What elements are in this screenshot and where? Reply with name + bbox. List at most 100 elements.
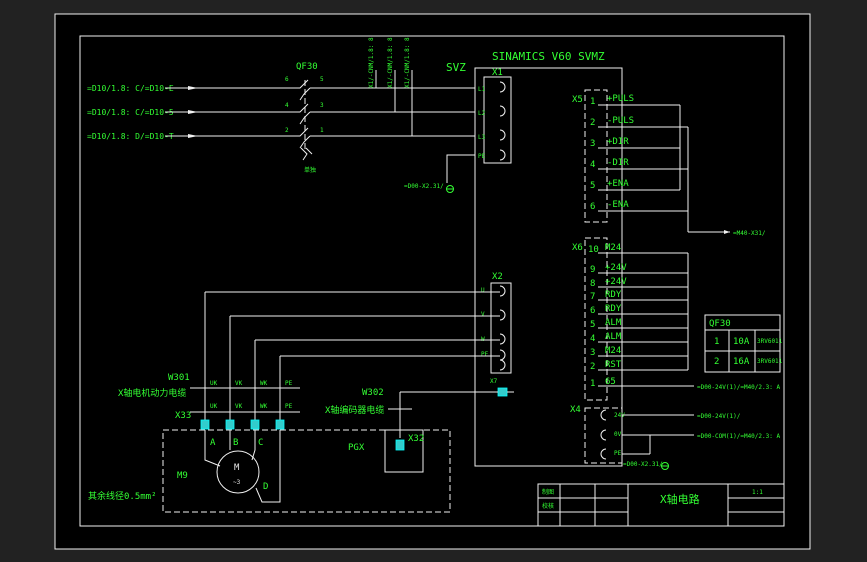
x5-tag: X5: [572, 95, 583, 105]
x1-pin-l1: L1: [478, 86, 486, 93]
plug-icon: [200, 419, 210, 430]
svg-text:RST: RST: [605, 360, 622, 370]
plug-icon: [225, 419, 235, 430]
svg-text:+24V: +24V: [605, 263, 627, 273]
drive-model: SINAMICS V60 SVMZ: [492, 50, 605, 63]
x2-pin-pe: PE: [481, 351, 489, 358]
x5-bus-ref: =M40-X31/: [733, 230, 766, 237]
x2-tag: X2: [492, 272, 503, 282]
vertical-ref-2: X1/-CNM/1.8: 8: [387, 37, 394, 88]
plug-icon: [395, 439, 405, 451]
svg-text:8: 8: [590, 279, 595, 289]
svg-text:4: 4: [590, 334, 595, 344]
breaker-left-pin-3: 2: [285, 127, 289, 134]
x2-pin-v: V: [481, 311, 485, 318]
x33-tag: X33: [175, 411, 191, 421]
x7-plug-icon: [497, 387, 508, 397]
drawing-scale: 1:1: [752, 489, 763, 496]
w301-tag: W301: [168, 373, 190, 383]
input-label-2: =D10/1.8: C/=D10-5: [87, 108, 174, 117]
motor-terminal-d: D: [263, 482, 268, 492]
svg-text:-DIR: -DIR: [607, 158, 629, 168]
svg-text:2: 2: [590, 118, 595, 128]
svg-text:-PULS: -PULS: [607, 116, 634, 126]
breaker-left-pin-2: 4: [285, 102, 289, 109]
svg-text:3: 3: [590, 139, 595, 149]
x4-pin-0v: 0V: [614, 431, 622, 438]
svg-text:2: 2: [590, 362, 595, 372]
svg-text:6: 6: [590, 306, 595, 316]
breaker-right-pin-3: 1: [320, 127, 324, 134]
svg-text:5: 5: [590, 320, 595, 330]
breaker-note: 单独: [304, 166, 316, 174]
x7-tag: X7: [490, 378, 498, 385]
x1-pin-l2: L2: [478, 110, 486, 117]
svg-text:M24: M24: [605, 346, 621, 356]
qf-row-rating: 16A: [733, 357, 750, 367]
svg-text:-ENA: -ENA: [607, 200, 629, 210]
svg-text:4: 4: [590, 160, 595, 170]
plug-icon: [275, 419, 285, 430]
motor-terminal-a: A: [210, 438, 216, 448]
svg-text:6: 6: [590, 202, 595, 212]
svg-text:10: 10: [588, 245, 599, 255]
x4-ref-24v: =D00-24V(1)/: [697, 413, 741, 420]
x2-pin-u: U: [481, 287, 485, 294]
encoder-tag: PGX: [348, 443, 365, 453]
title-row2-label: 校核: [542, 502, 554, 510]
drive-model-left: SVZ: [446, 61, 466, 74]
qf-row-no: 1: [714, 337, 719, 347]
svg-text:ALM: ALM: [605, 318, 622, 328]
wire-note: 其余线径0.5mm²: [88, 490, 157, 502]
svg-text:RDY: RDY: [605, 290, 622, 300]
motor-symbol: M: [234, 463, 240, 473]
input-label-3: =D10/1.8: D/=D10-T: [87, 132, 174, 141]
motor-sub: ~3: [233, 479, 241, 486]
x4-tag: X4: [570, 405, 581, 415]
w301-core-wk: WK: [260, 380, 268, 387]
motor-terminal-c: C: [258, 438, 263, 448]
x6-pin1-ref: =D00-24V(1)/=M40/2.3: A: [697, 384, 780, 391]
title-row1-label: 制图: [542, 488, 554, 496]
x6-tag: X6: [572, 243, 583, 253]
breaker-tag: QF30: [296, 62, 318, 72]
x4-ref-pe: =D00-X2.31/: [623, 461, 663, 468]
qf-row-no: 2: [714, 357, 719, 367]
svg-text:+PULS: +PULS: [607, 94, 634, 104]
qf-row-code: 3RV6011: [757, 338, 783, 345]
sheet-border: [54, 13, 811, 550]
qf-row-rating: 10A: [733, 337, 750, 347]
svg-text:+ENA: +ENA: [607, 179, 629, 189]
svg-text:RDY: RDY: [605, 304, 622, 314]
motor-terminal-b: B: [233, 438, 238, 448]
schematic-canvas: =D10/1.8: C/=D10-E =D10/1.8: C/=D10-5 =D…: [0, 0, 867, 562]
plug-icon: [250, 419, 260, 430]
svg-text:1: 1: [590, 97, 595, 107]
svg-text:+24V: +24V: [605, 277, 627, 287]
qf-table-title: QF30: [709, 319, 731, 329]
svg-text:1: 1: [590, 379, 595, 389]
svg-text:3: 3: [590, 348, 595, 358]
w302-caption: X轴编码器电缆: [325, 404, 384, 416]
x33-core-vk: VK: [235, 403, 243, 410]
svg-text:M24: M24: [605, 243, 621, 253]
encoder-connector: X32: [408, 434, 424, 444]
svg-text:+DIR: +DIR: [607, 137, 629, 147]
x1-tag: X1: [492, 68, 503, 78]
x1-pin-l3: L3: [478, 134, 486, 141]
qf-row-code: 3RV6011: [757, 358, 783, 365]
w301-caption: X轴电机动力电缆: [118, 387, 186, 399]
x4-ref-0v: =D00-COM(1)/=M40/2.3: A: [697, 433, 780, 440]
x33-core-uk: UK: [210, 403, 218, 410]
svg-text:9: 9: [590, 265, 595, 275]
svg-text:5: 5: [590, 181, 595, 191]
x33-core-wk: WK: [260, 403, 268, 410]
x4-pin-pe: PE: [614, 450, 622, 457]
x1-pin-pe: PE: [478, 153, 486, 160]
svg-text:7: 7: [590, 292, 595, 302]
input-label-1: =D10/1.8: C/=D10-E: [87, 84, 174, 93]
svg-text:ALM: ALM: [605, 332, 622, 342]
w302-tag: W302: [362, 388, 384, 398]
w301-core-vk: VK: [235, 380, 243, 387]
vertical-ref-3: X1/-CNM/1.8: 8: [404, 37, 411, 88]
